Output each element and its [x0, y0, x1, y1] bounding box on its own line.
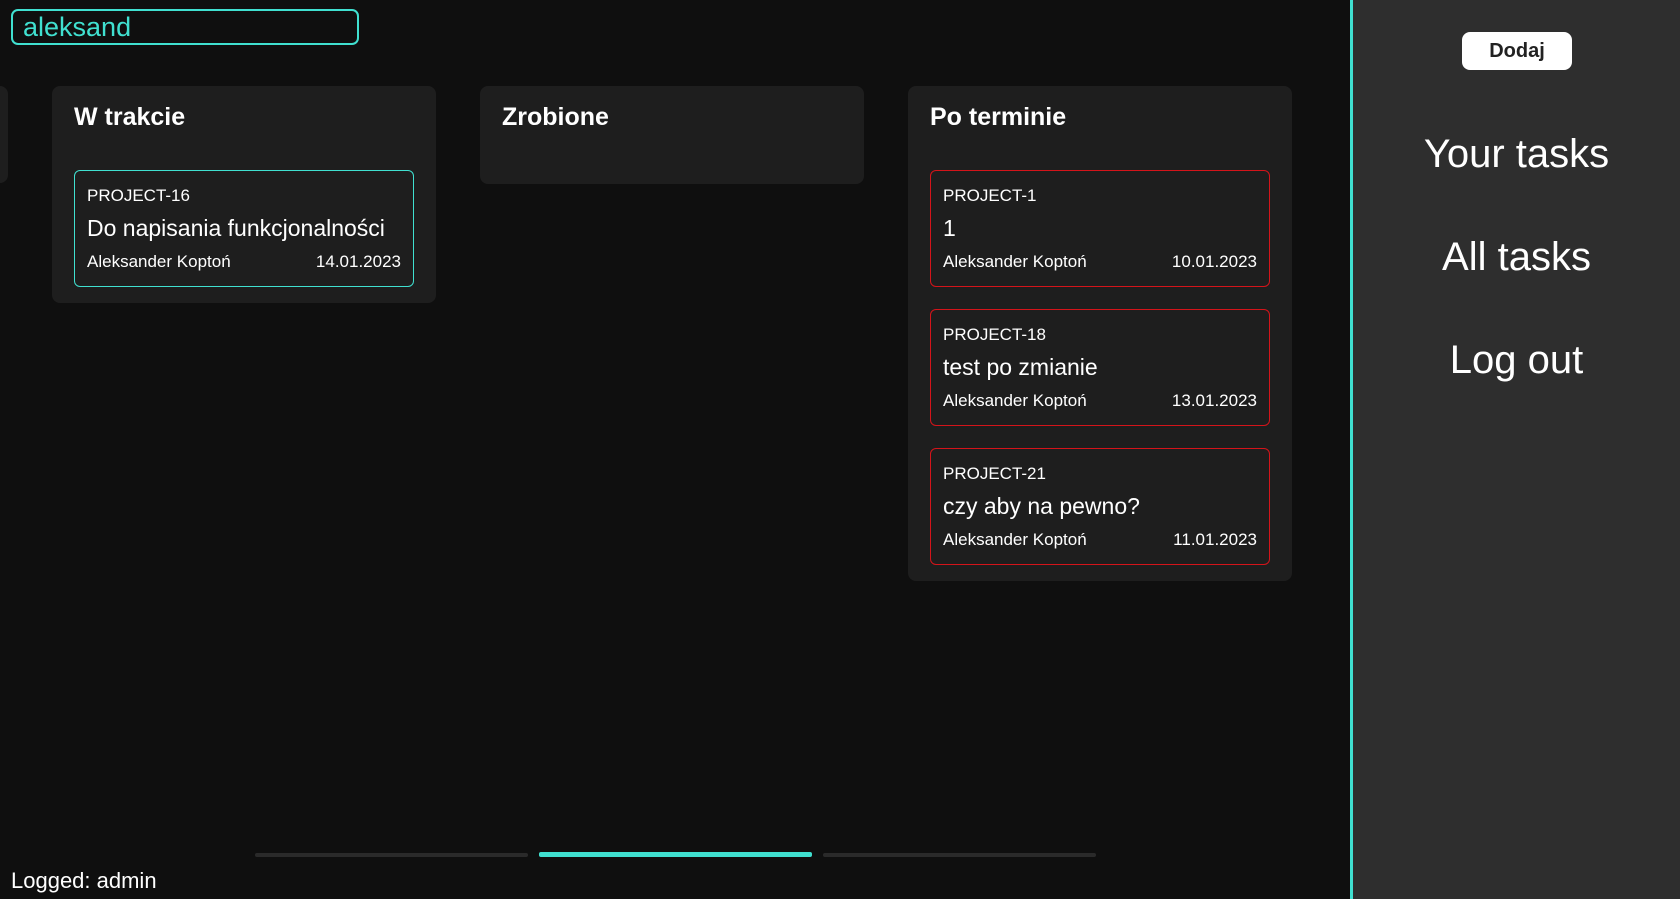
task-card[interactable]: PROJECT-18 test po zmianie Aleksander Ko…	[930, 309, 1270, 426]
column-partial	[0, 86, 8, 183]
pager-indicator[interactable]	[823, 853, 1096, 857]
nav-all-tasks[interactable]: All tasks	[1353, 233, 1680, 281]
task-card[interactable]: PROJECT-16 Do napisania funkcjonalności …	[74, 170, 414, 287]
task-title: test po zmianie	[943, 354, 1098, 380]
column-title: Zrobione	[502, 103, 609, 131]
board-area: W trakcie PROJECT-16 Do napisania funkcj…	[0, 0, 1350, 899]
task-card[interactable]: PROJECT-21 czy aby na pewno? Aleksander …	[930, 448, 1270, 565]
task-date: 14.01.2023	[315, 252, 401, 271]
task-assignee: Aleksander Koptoń	[943, 530, 1087, 549]
column-overdue: Po terminie PROJECT-1 1 Aleksander Kopto…	[908, 86, 1292, 581]
sidebar: Dodaj Your tasks All tasks Log out	[1350, 0, 1680, 899]
column-done: Zrobione	[480, 86, 864, 184]
pager-indicator[interactable]	[255, 853, 528, 857]
task-date: 13.01.2023	[1171, 391, 1257, 410]
task-title: Do napisania funkcjonalności	[87, 215, 385, 241]
task-id: PROJECT-16	[87, 186, 190, 205]
task-date: 11.01.2023	[1173, 530, 1257, 549]
nav-log-out[interactable]: Log out	[1353, 336, 1680, 384]
task-id: PROJECT-1	[943, 186, 1037, 205]
task-assignee: Aleksander Koptoń	[943, 391, 1087, 410]
logged-user-label: Logged: admin	[11, 868, 157, 893]
nav-your-tasks[interactable]: Your tasks	[1353, 130, 1680, 178]
pager-indicator-current[interactable]	[539, 852, 812, 857]
add-task-button[interactable]: Dodaj	[1462, 32, 1572, 70]
task-title: czy aby na pewno?	[943, 493, 1140, 519]
column-title: W trakcie	[74, 103, 186, 131]
task-assignee: Aleksander Koptoń	[87, 252, 231, 271]
task-card[interactable]: PROJECT-1 1 Aleksander Koptoń 10.01.2023	[930, 170, 1270, 287]
column-title: Po terminie	[930, 103, 1067, 131]
board-pager	[255, 852, 1096, 857]
task-id: PROJECT-21	[943, 464, 1046, 483]
column-in-progress: W trakcie PROJECT-16 Do napisania funkcj…	[52, 86, 436, 303]
task-date: 10.01.2023	[1171, 252, 1257, 271]
task-assignee: Aleksander Koptoń	[943, 252, 1087, 271]
task-title: 1	[943, 215, 956, 241]
task-id: PROJECT-18	[943, 325, 1046, 344]
search-input[interactable]	[11, 9, 359, 45]
